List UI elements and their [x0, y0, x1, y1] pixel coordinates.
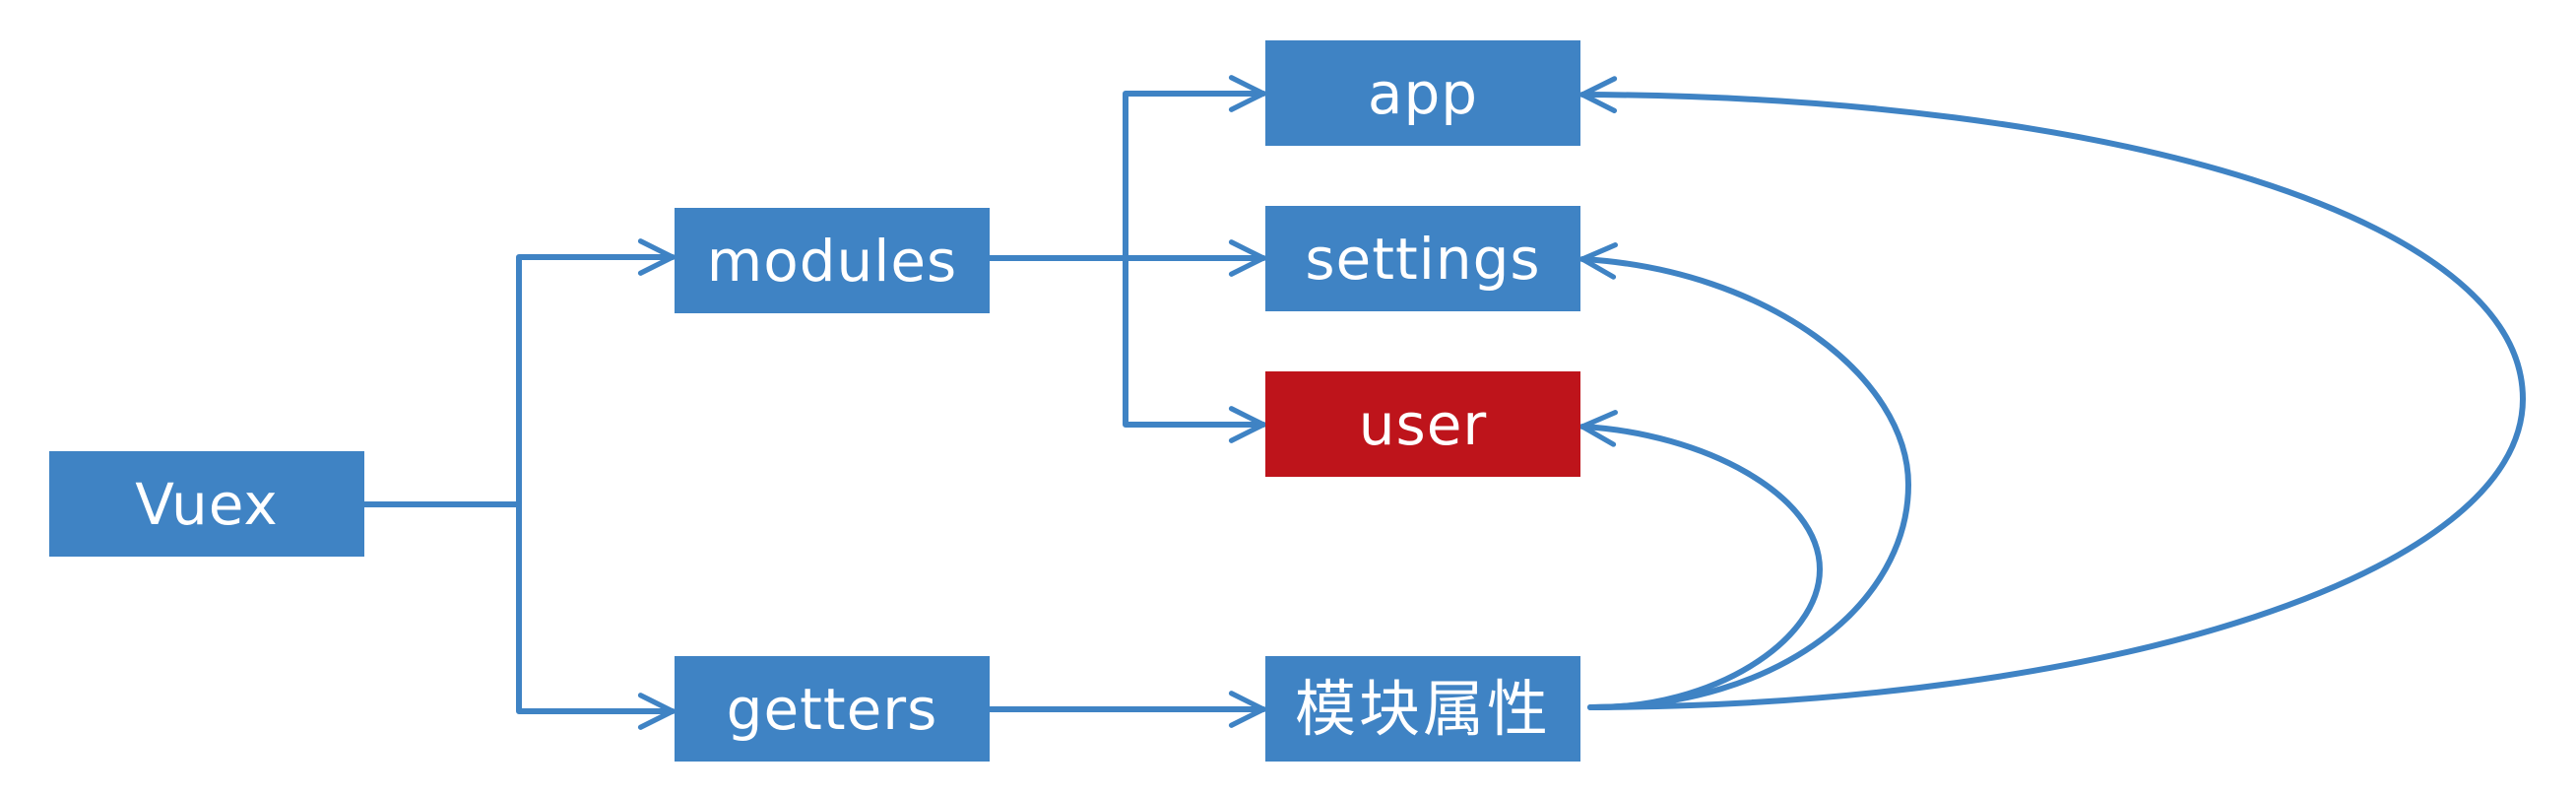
node-modules-label: modules	[706, 227, 958, 295]
node-user: user	[1265, 371, 1580, 477]
edge-modules-user	[1123, 255, 1266, 443]
node-app: app	[1265, 40, 1580, 146]
node-vuex: Vuex	[49, 451, 364, 557]
node-user-label: user	[1358, 390, 1488, 458]
edge-vuex-modules	[516, 238, 676, 507]
node-settings-label: settings	[1305, 225, 1541, 293]
node-getters: getters	[675, 656, 990, 762]
edge-vuex-getters	[516, 501, 676, 730]
node-module-properties: 模块属性	[1265, 656, 1580, 762]
node-modules: modules	[675, 208, 990, 313]
node-settings: settings	[1265, 206, 1580, 311]
edge-modules-app	[1123, 75, 1266, 261]
node-app-label: app	[1367, 59, 1479, 127]
edge-props-settings	[1579, 242, 1911, 710]
node-vuex-label: Vuex	[135, 470, 279, 538]
edge-props-app	[1579, 76, 2526, 710]
node-getters-label: getters	[726, 675, 938, 743]
node-module-properties-label: 模块属性	[1294, 672, 1551, 745]
